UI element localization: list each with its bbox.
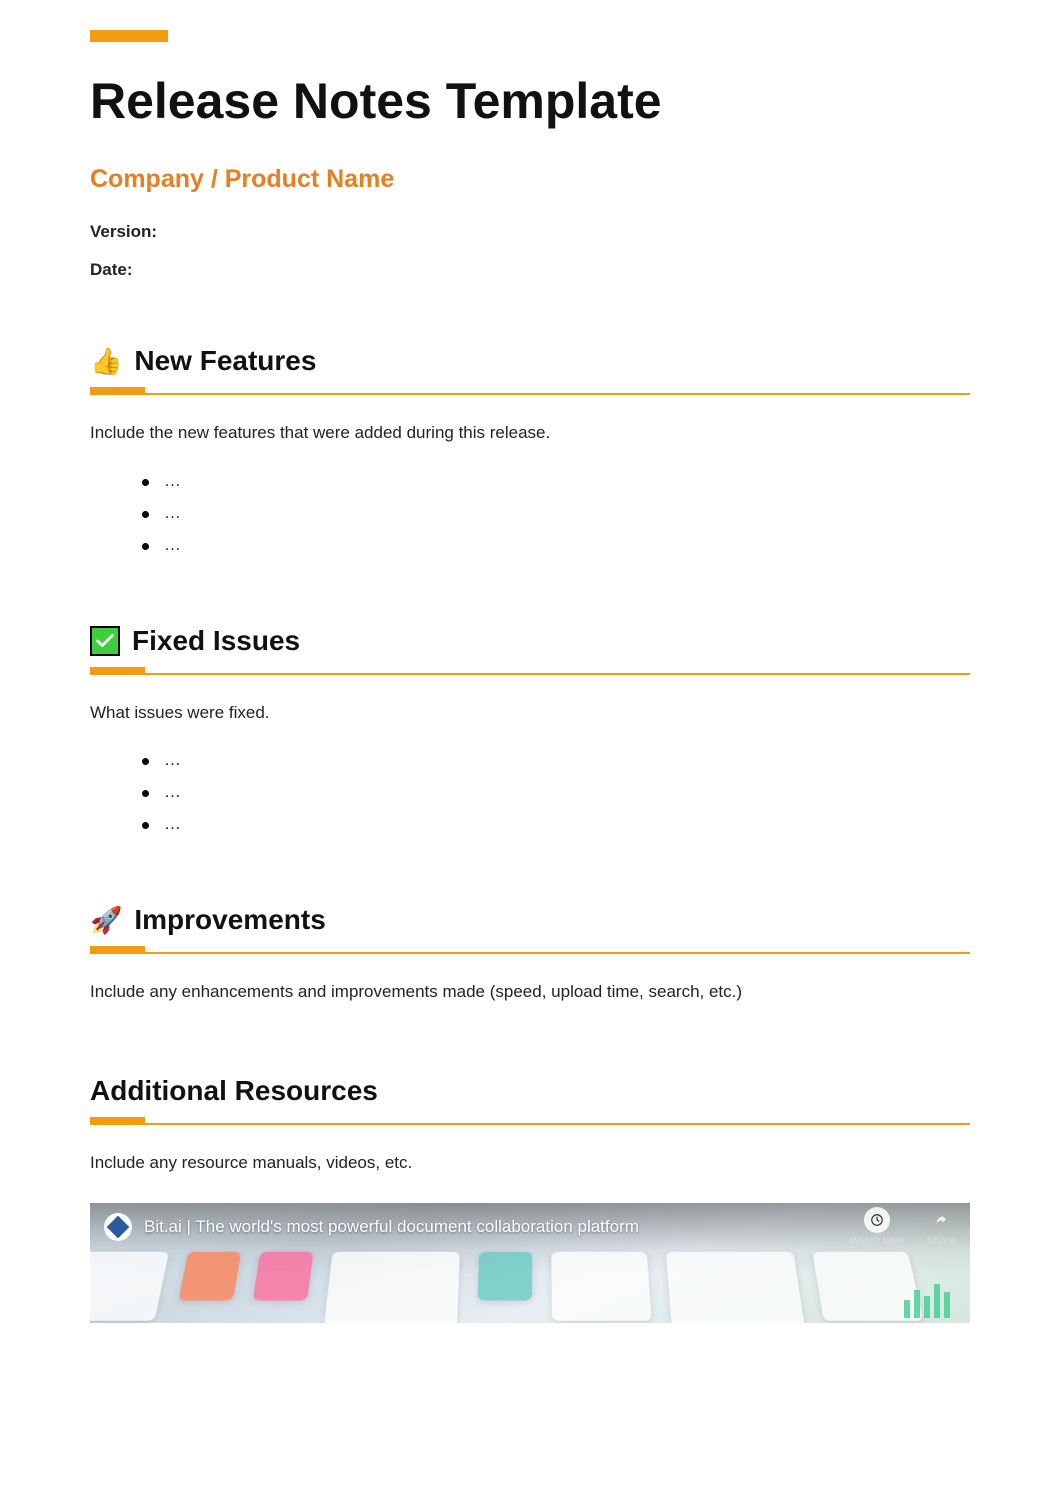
section-body-improvements: Include any enhancements and improvement… (90, 979, 970, 1005)
section-body-fixed-issues: What issues were fixed. (90, 700, 970, 726)
watch-later-button[interactable]: Watch later (849, 1207, 904, 1247)
thumbs-up-icon: 👍 (90, 348, 122, 374)
section-new-features: 👍 New Features Include the new features … (90, 345, 970, 555)
section-additional-resources: Additional Resources Include any resourc… (90, 1075, 970, 1324)
section-heading-additional-resources: Additional Resources (90, 1075, 378, 1107)
section-underline (90, 946, 970, 954)
version-label: Version: (90, 222, 970, 242)
list-item: … (142, 814, 970, 834)
section-underline (90, 667, 970, 675)
list-item: … (142, 782, 970, 802)
section-improvements: 🚀 Improvements Include any enhancements … (90, 904, 970, 1005)
share-label: Share (927, 1235, 956, 1247)
section-heading-new-features: New Features (134, 345, 316, 377)
list-item: … (142, 750, 970, 770)
section-heading-improvements: Improvements (134, 904, 325, 936)
section-fixed-issues: Fixed Issues What issues were fixed. … …… (90, 625, 970, 835)
green-check-icon (90, 626, 120, 656)
clock-icon (864, 1207, 890, 1233)
video-embed[interactable]: Bit.ai | The world's most powerful docum… (90, 1203, 970, 1323)
video-channel-logo-icon[interactable] (104, 1213, 132, 1241)
list-item: … (142, 535, 970, 555)
bullets-fixed-issues: … … … (90, 750, 970, 834)
page-title: Release Notes Template (90, 72, 970, 130)
watch-later-label: Watch later (849, 1235, 904, 1247)
section-underline (90, 1117, 970, 1125)
video-title[interactable]: Bit.ai | The world's most powerful docum… (144, 1217, 849, 1237)
rocket-icon: 🚀 (90, 907, 122, 933)
company-product-subtitle: Company / Product Name (90, 165, 970, 194)
section-underline (90, 387, 970, 395)
date-label: Date: (90, 260, 970, 280)
accent-bar (90, 30, 168, 42)
list-item: … (142, 503, 970, 523)
section-heading-fixed-issues: Fixed Issues (132, 625, 300, 657)
bullets-new-features: … … … (90, 471, 970, 555)
share-arrow-icon (928, 1207, 954, 1233)
share-button[interactable]: Share (927, 1207, 956, 1247)
section-body-additional-resources: Include any resource manuals, videos, et… (90, 1150, 970, 1176)
list-item: … (142, 471, 970, 491)
section-body-new-features: Include the new features that were added… (90, 420, 970, 446)
